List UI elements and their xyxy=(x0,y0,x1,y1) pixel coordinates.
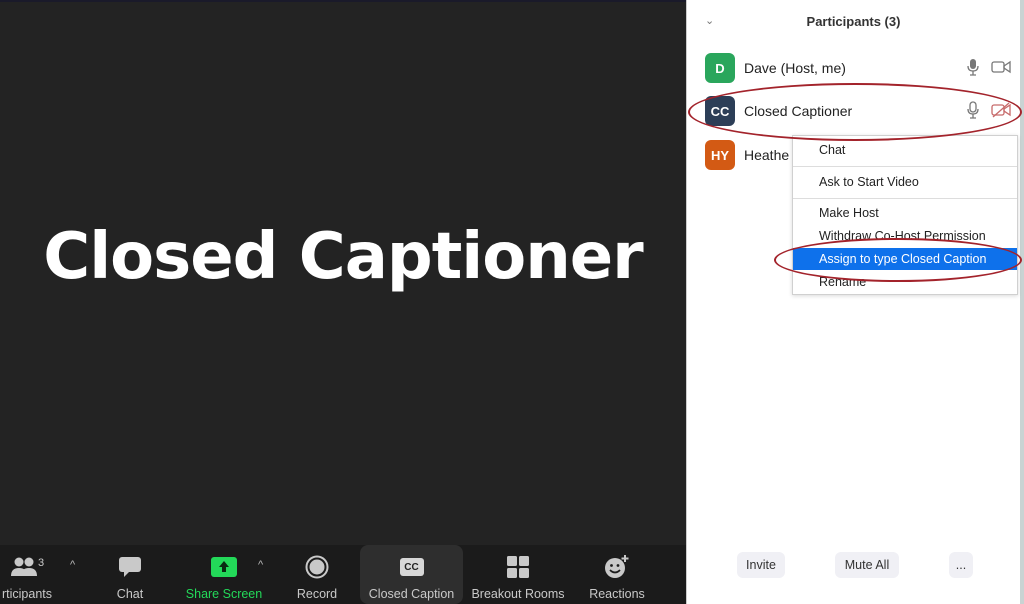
participants-button[interactable]: 3 rticipants xyxy=(0,545,62,604)
meeting-toolbar: 3 rticipants ^ Chat Share Screen ^ Recor… xyxy=(0,545,686,604)
closed-caption-button[interactable]: CC Closed Caption xyxy=(360,545,463,604)
avatar: CC xyxy=(705,96,735,126)
menu-item-ask-to-start-video[interactable]: Ask to Start Video xyxy=(793,171,1017,193)
record-icon xyxy=(305,551,329,583)
participants-label: rticipants xyxy=(1,587,53,601)
share-screen-button[interactable]: Share Screen xyxy=(180,545,268,604)
chat-button[interactable]: Chat xyxy=(100,545,160,604)
breakout-rooms-icon xyxy=(507,551,529,583)
participants-panel: ⌄ Participants (3) D Dave (Host, me) CC … xyxy=(686,0,1024,604)
menu-item-chat[interactable]: Chat xyxy=(793,139,1017,161)
video-area: Closed Captioner xyxy=(0,0,686,604)
share-screen-label: Share Screen xyxy=(185,587,263,601)
menu-item-assign-closed-caption[interactable]: Assign to type Closed Caption xyxy=(793,248,1017,270)
share-screen-caret-icon[interactable]: ^ xyxy=(258,559,263,571)
participants-count: 3 xyxy=(38,557,44,569)
video-off-icon[interactable] xyxy=(991,102,1011,123)
participants-icon: 3 xyxy=(10,551,44,583)
participant-context-menu: Chat Ask to Start Video Make Host Withdr… xyxy=(792,135,1018,295)
participant-name: Closed Captioner xyxy=(744,103,853,119)
reactions-label: Reactions xyxy=(589,587,645,601)
participant-name: Heathe xyxy=(744,147,790,163)
reactions-icon xyxy=(604,551,630,583)
share-screen-icon xyxy=(211,551,237,583)
mic-icon[interactable] xyxy=(967,58,979,81)
speaker-name-label: Closed Captioner xyxy=(43,220,643,294)
mute-all-button[interactable]: Mute All xyxy=(835,552,899,578)
participant-row[interactable]: D Dave (Host, me) xyxy=(705,52,1015,84)
chat-icon xyxy=(118,551,142,583)
more-options-button[interactable]: ... xyxy=(949,552,973,578)
cc-icon: CC xyxy=(399,551,424,583)
video-camera-icon[interactable] xyxy=(991,60,1011,79)
mic-icon[interactable] xyxy=(967,101,979,124)
record-label: Record xyxy=(296,587,338,601)
avatar: D xyxy=(705,53,735,83)
breakout-rooms-label: Breakout Rooms xyxy=(471,587,565,601)
avatar: HY xyxy=(705,140,735,170)
participant-row[interactable]: CC Closed Captioner xyxy=(705,95,1015,127)
closed-caption-label: Closed Caption xyxy=(368,587,455,601)
record-button[interactable]: Record xyxy=(285,545,349,604)
participants-caret-icon[interactable]: ^ xyxy=(70,559,75,571)
menu-item-rename[interactable]: Rename xyxy=(793,271,1017,293)
panel-title: Participants (3) xyxy=(806,14,901,29)
reactions-button[interactable]: Reactions xyxy=(582,545,652,604)
menu-item-make-host[interactable]: Make Host xyxy=(793,202,1017,224)
chat-label: Chat xyxy=(116,587,144,601)
breakout-rooms-button[interactable]: Breakout Rooms xyxy=(468,545,568,604)
participant-name: Dave (Host, me) xyxy=(744,60,846,76)
menu-divider xyxy=(793,198,1017,199)
invite-button[interactable]: Invite xyxy=(737,552,785,578)
menu-divider xyxy=(793,166,1017,167)
menu-item-withdraw-co-host[interactable]: Withdraw Co-Host Permission xyxy=(793,225,1017,247)
